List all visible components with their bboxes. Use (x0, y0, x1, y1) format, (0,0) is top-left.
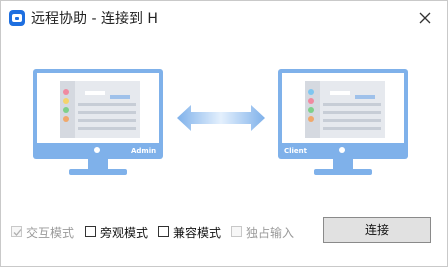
checkbox-checked-icon (11, 226, 22, 237)
admin-monitor-illustration: Admin (33, 69, 163, 175)
title-bar: 远程协助 - 连接到 H (1, 1, 447, 35)
double-arrow-icon (177, 105, 265, 131)
client-monitor-illustration: Client (278, 69, 408, 175)
power-button-icon (339, 147, 345, 153)
window-title: 远程协助 - 连接到 H (31, 11, 158, 27)
interactive-mode-label: 交互模式 (26, 226, 75, 240)
power-button-icon (94, 147, 100, 153)
remote-assist-window: 远程协助 - 连接到 H Admin Client 交互模式 旁观模式 兼容模式… (0, 0, 448, 267)
checkbox-icon (231, 226, 242, 237)
compatible-mode-label: 兼容模式 (173, 226, 222, 240)
close-icon (419, 12, 431, 24)
checkbox-icon (85, 226, 96, 237)
admin-label: Admin (131, 147, 157, 155)
client-label: Client (284, 147, 308, 155)
close-button[interactable] (413, 7, 437, 29)
connect-button[interactable]: 连接 (323, 217, 431, 243)
watch-mode-checkbox[interactable]: 旁观模式 (85, 223, 155, 241)
compatible-mode-checkbox[interactable]: 兼容模式 (158, 223, 228, 241)
checkbox-icon (158, 226, 169, 237)
app-icon (9, 10, 25, 26)
interactive-mode-checkbox[interactable]: 交互模式 (11, 223, 81, 241)
exclusive-input-checkbox[interactable]: 独占输入 (231, 223, 301, 241)
watch-mode-label: 旁观模式 (100, 226, 149, 240)
exclusive-input-label: 独占输入 (246, 226, 295, 240)
